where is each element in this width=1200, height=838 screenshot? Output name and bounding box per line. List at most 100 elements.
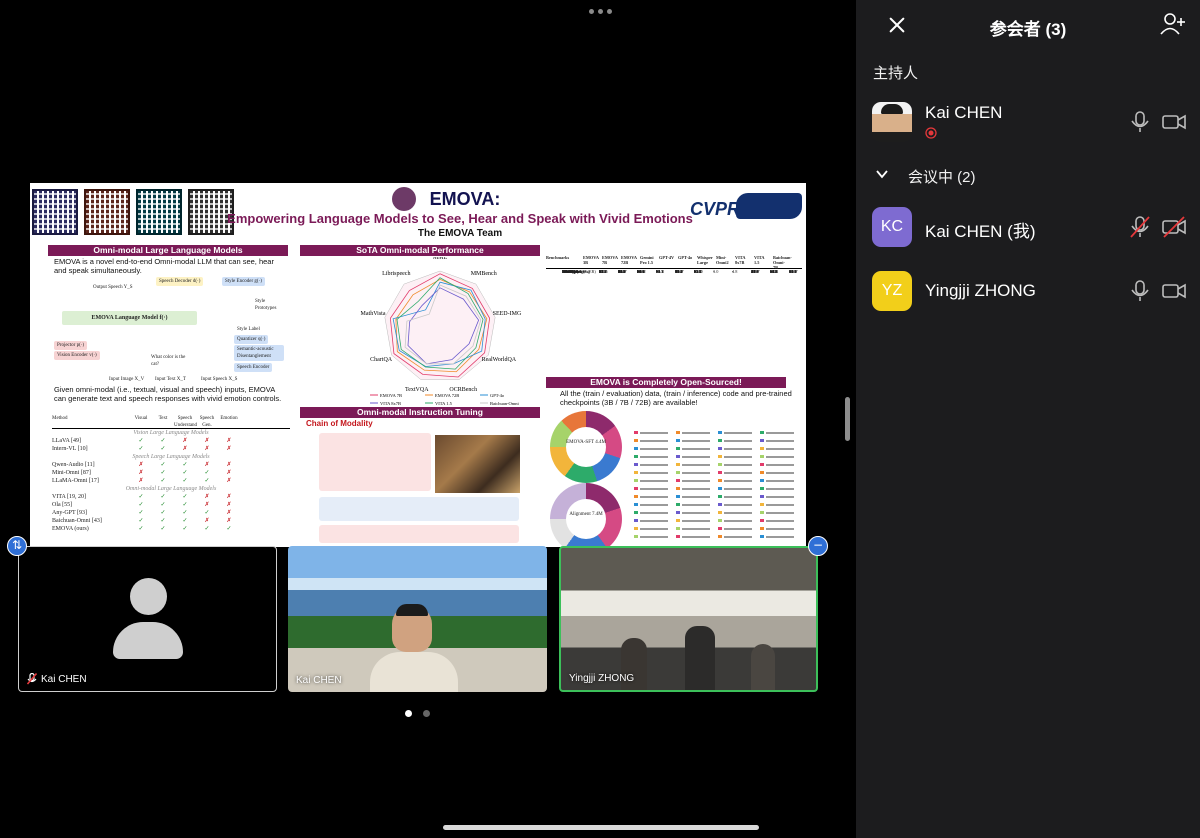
section-header-performance: SoTA Omni-modal Performance	[300, 245, 540, 256]
table-cell: Qwen-Audio [11]	[52, 462, 95, 468]
table-cell: ✓	[160, 526, 166, 532]
table-cell: ✓	[138, 494, 144, 500]
table-cell: ✓	[182, 518, 188, 524]
table-cell: ✗	[204, 446, 210, 452]
camera-icon[interactable]	[1162, 111, 1186, 133]
method-comparison-table: Method Visual Text Speech Understand Speech …	[52, 415, 290, 533]
assistant-message-box	[319, 525, 519, 543]
diagram-label: Output Speech Y_S	[93, 285, 133, 290]
legend-text-line	[682, 536, 710, 538]
table-cell: ✗	[138, 462, 144, 468]
table-cell: ✓	[160, 502, 166, 508]
pin-icon[interactable]: ⇅	[7, 536, 27, 556]
add-participant-icon[interactable]	[1160, 12, 1186, 36]
table-cell: ✗	[138, 470, 144, 476]
legend-swatch	[760, 431, 764, 434]
radar-axis-label: RealWorldQA	[482, 357, 517, 363]
table-row: Qwen-Audio [11] ✗ ✓ ✓ ✗ ✗	[52, 461, 290, 469]
table-cell: LLaVA [49]	[52, 438, 82, 444]
table-cell: ✗	[204, 494, 210, 500]
camera-icon[interactable]	[1162, 280, 1186, 302]
avatar-hair	[881, 104, 903, 114]
legend-text-line	[682, 496, 710, 498]
legend-swatch	[634, 495, 638, 498]
video-tile-name: Yingjji ZHONG	[569, 673, 634, 684]
legend-swatch	[718, 479, 722, 482]
video-tile[interactable]: Kai CHEN	[288, 546, 547, 692]
panel-title: 参会者 (3)	[989, 20, 1067, 39]
minimize-icon[interactable]: −	[808, 536, 828, 556]
home-indicator[interactable]	[443, 825, 759, 830]
participant-row-host[interactable]: Kai CHEN	[872, 102, 1192, 144]
legend-swatch	[718, 455, 722, 458]
table-cell: ✓	[182, 510, 188, 516]
table-cell: ✓	[138, 502, 144, 508]
system-prompt-box	[319, 433, 431, 491]
radar-grid-ring	[384, 270, 496, 380]
in-meeting-section-label[interactable]: 会议中 (2)	[908, 166, 976, 187]
legend-text-line	[724, 448, 752, 450]
table-header: EMOVA 7B	[602, 255, 618, 265]
table-header: EMOVA 72B	[621, 255, 637, 265]
legend-text-line	[682, 464, 710, 466]
table-header: Visual	[134, 416, 148, 421]
legend-text-line	[640, 472, 668, 474]
legend-text-line	[766, 496, 794, 498]
table-cell: ✓	[138, 518, 144, 524]
legend-swatch	[634, 519, 638, 522]
table-row: LLaMA-Omni [17] ✗ ✓ ✓ ✓ ✗	[52, 477, 290, 485]
table-cell: Mini-Omni [87]	[52, 470, 91, 476]
legend-text-line	[724, 496, 752, 498]
table-row: Ola [55] ✓ ✓ ✓ ✗ ✗	[52, 501, 290, 509]
page-indicator[interactable]	[405, 710, 430, 717]
crowd-person	[751, 644, 775, 690]
video-tile-label: Kai CHEN	[296, 675, 342, 686]
radar-axis-label: MathVista	[361, 311, 386, 317]
table-cell: EMOVA (ours)	[52, 526, 89, 532]
chevron-down-icon[interactable]	[876, 168, 888, 180]
legend-swatch	[634, 503, 638, 506]
architecture-diagram: Speech Decoder d(·) Style Encoder g(·) O…	[52, 271, 284, 383]
avatar: KC	[872, 207, 912, 247]
table-cell: ✗	[226, 462, 232, 468]
muted-microphone-icon[interactable]	[1129, 216, 1151, 238]
poster-title: EMOVA:	[429, 189, 501, 209]
video-tile-active-speaker[interactable]: Yingjji ZHONG	[559, 546, 818, 692]
legend-swatch	[718, 511, 722, 514]
donut-center-label: EMOVA-SFT 4.4M	[566, 427, 606, 467]
legend-text-line	[724, 472, 752, 474]
legend-swatch	[676, 471, 680, 474]
microphone-icon[interactable]	[1129, 111, 1151, 133]
section-header-left: Omni-modal Large Language Models	[48, 245, 288, 256]
table-cell: ✗	[226, 438, 232, 444]
table-cell: VITA [19, 20]	[52, 494, 87, 500]
split-view-handle[interactable]	[845, 397, 850, 441]
avatar-placeholder-icon	[113, 622, 183, 659]
camera-off-icon[interactable]	[1162, 216, 1186, 238]
table-cell: 2.9	[637, 269, 643, 274]
legend-text-line	[766, 432, 794, 434]
participant-row-self[interactable]: KC Kai CHEN (我)	[872, 207, 1192, 249]
participant-row[interactable]: YZ Yingjji ZHONG	[872, 271, 1192, 313]
microphone-icon[interactable]	[1129, 280, 1151, 302]
table-cell: Any-GPT [93]	[52, 510, 88, 516]
page-dot[interactable]	[423, 710, 430, 717]
diagram-label: Speech Decoder d(·)	[156, 277, 204, 286]
table-cell: Intern-VL [10]	[52, 446, 88, 452]
legend-swatch	[676, 479, 680, 482]
table-cell: ✗	[204, 438, 210, 444]
table-cell: ✗	[204, 502, 210, 508]
page-dot-active[interactable]	[405, 710, 412, 717]
video-tile-name: Kai CHEN	[27, 673, 87, 685]
table-cell: ✗	[182, 446, 188, 452]
table-cell: ✓	[160, 494, 166, 500]
more-options-icon[interactable]	[589, 9, 612, 14]
table-cell: ✓	[226, 526, 232, 532]
table-row: Any-GPT [93] ✓ ✓ ✓ ✓ ✗	[52, 509, 290, 517]
video-tile[interactable]: Kai CHEN	[18, 546, 277, 692]
legend-swatch	[634, 471, 638, 474]
shared-screen-area: EMOVA: Empowering Language Models to See…	[0, 0, 838, 838]
table-cell: 5.4	[599, 269, 605, 274]
legend-text-line	[640, 536, 668, 538]
table-cell: ✓	[182, 462, 188, 468]
